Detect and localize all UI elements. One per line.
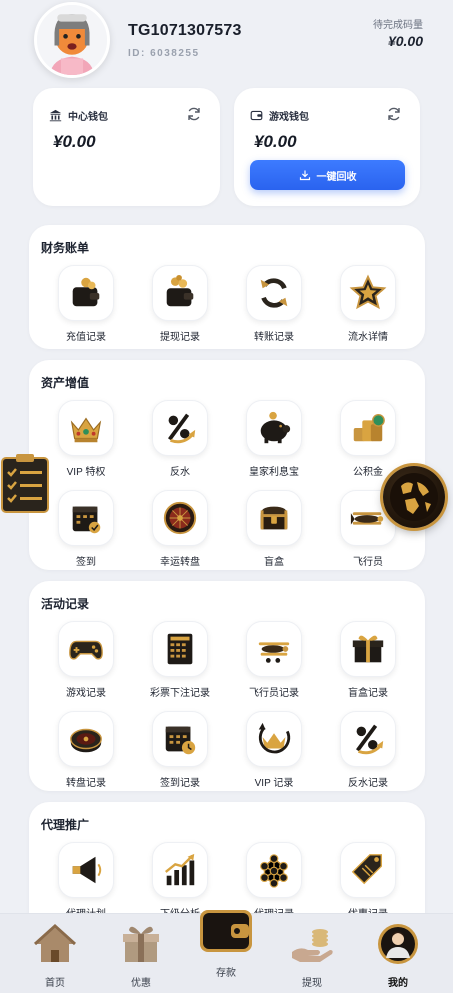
section-title: 活动记录	[41, 597, 90, 611]
blind-box-tile[interactable]: 盲盒	[227, 490, 321, 568]
withdraw-records-tile[interactable]: 提现记录	[133, 265, 227, 343]
transfer-arrows-icon	[260, 278, 288, 308]
blind-box-records-tile[interactable]: 盲盒记录	[321, 621, 415, 699]
megaphone-icon	[72, 856, 102, 884]
bank-icon	[49, 109, 62, 122]
rebate-tile[interactable]: 反水	[133, 400, 227, 478]
pending-wager-label: 待完成码量	[373, 20, 423, 31]
assets-section: 资产增值 VIP 特权 反水 皇家利息宝 公积金 签到 幸运转盘 盲盒 飞行员	[29, 360, 425, 570]
price-tag-icon	[351, 854, 383, 885]
roulette-wheel-icon	[163, 501, 197, 535]
finance-section: 财务账单 充值记录 提现记录 转账记录 流水详情	[29, 225, 425, 349]
transfer-records-tile[interactable]: 转账记录	[227, 265, 321, 343]
turnover-details-tile[interactable]: 流水详情	[321, 265, 415, 343]
discount-records-tile[interactable]: 优惠记录	[321, 842, 415, 920]
star-badge-icon	[349, 274, 387, 310]
refresh-icon[interactable]	[186, 106, 202, 122]
recover-button-label: 一键回收	[316, 171, 357, 183]
globe-float-button[interactable]	[383, 466, 445, 528]
house-icon	[33, 923, 77, 962]
lucky-wheel-tile[interactable]: 幸运转盘	[133, 490, 227, 568]
section-title: 资产增值	[41, 376, 90, 390]
game-wallet-title: 游戏钱包	[269, 112, 309, 123]
gamepad-icon	[69, 640, 103, 660]
lottery-ticket-icon	[167, 633, 193, 665]
profile-avatar-icon	[378, 924, 418, 964]
vip-privilege-tile[interactable]: VIP 特权	[39, 400, 133, 478]
nav-promotions[interactable]: 优惠	[96, 914, 186, 993]
royal-interest-tile[interactable]: 皇家利息宝	[227, 400, 321, 478]
nav-home[interactable]: 首页	[10, 914, 100, 993]
one-click-recover-button[interactable]: 一键回收	[250, 160, 405, 190]
center-wallet-card: 中心钱包 ¥0.00	[33, 88, 220, 206]
user-id: ID: 6038255	[128, 48, 200, 59]
clipboard-task-icon[interactable]	[0, 452, 52, 514]
hand-coins-icon	[292, 929, 333, 962]
gift-box-icon	[352, 635, 384, 663]
biplane-icon	[258, 642, 290, 663]
wheel-records-tile[interactable]: 转盘记录	[39, 711, 133, 789]
lottery-bet-records-tile[interactable]: 彩票下注记录	[133, 621, 227, 699]
crown-icon	[70, 417, 102, 443]
pending-wager-value: ¥0.00	[387, 33, 423, 49]
center-wallet-balance: ¥0.00	[53, 132, 96, 151]
user-avatar[interactable]	[34, 2, 110, 78]
coin-stacks-icon	[353, 413, 385, 442]
nav-mine[interactable]: 我的	[353, 914, 443, 993]
deposit-records-tile[interactable]: 充值记录	[39, 265, 133, 343]
wallet-coins-icon	[166, 274, 194, 307]
profile-header: TG1071307573 ID: 6038255 待完成码量 ¥0.00	[0, 0, 453, 88]
username: TG1071307573	[128, 22, 242, 39]
game-records-tile[interactable]: 游戏记录	[39, 621, 133, 699]
check-in-tile[interactable]: 签到	[39, 490, 133, 568]
percent-arrow-icon	[168, 413, 196, 444]
pilot-records-tile[interactable]: 飞行员记录	[227, 621, 321, 699]
bottom-navigation: 首页 优惠 存款 提现 我的	[0, 910, 453, 993]
check-in-records-tile[interactable]: 签到记录	[133, 711, 227, 789]
globe-icon	[390, 473, 438, 521]
game-wallet-balance: ¥0.00	[254, 132, 297, 151]
growth-chart-icon	[165, 853, 195, 886]
agent-plan-tile[interactable]: 代理计划	[39, 842, 133, 920]
gift-icon	[123, 926, 159, 962]
wallet-icon	[250, 110, 263, 121]
crown-refresh-icon	[258, 722, 291, 754]
calendar-check-icon	[72, 506, 101, 534]
nav-deposit[interactable]: 存款	[181, 910, 271, 993]
percent-arrow-icon	[356, 724, 384, 755]
download-icon	[299, 170, 310, 181]
game-wallet-card: 游戏钱包 ¥0.00 一键回收	[234, 88, 420, 206]
wallet-coins-icon	[72, 277, 100, 307]
biplane-icon	[350, 512, 384, 525]
section-title: 财务账单	[41, 241, 90, 255]
calendar-clock-icon	[165, 726, 196, 755]
roulette-table-icon	[70, 728, 102, 753]
network-icon	[260, 854, 288, 888]
rebate-records-tile[interactable]: 反水记录	[321, 711, 415, 789]
vip-records-tile[interactable]: VIP 记录	[227, 711, 321, 789]
activity-section: 活动记录 游戏记录 彩票下注记录 飞行员记录 盲盒记录 转盘记录 签到记录 VI…	[29, 581, 425, 791]
piggy-bank-icon	[260, 411, 291, 444]
center-wallet-title: 中心钱包	[68, 112, 108, 123]
section-title: 代理推广	[41, 818, 90, 832]
treasure-chest-icon	[260, 506, 288, 530]
refresh-icon[interactable]	[386, 106, 402, 122]
nav-withdraw[interactable]: 提现	[267, 914, 357, 993]
wallet-icon	[200, 910, 252, 952]
